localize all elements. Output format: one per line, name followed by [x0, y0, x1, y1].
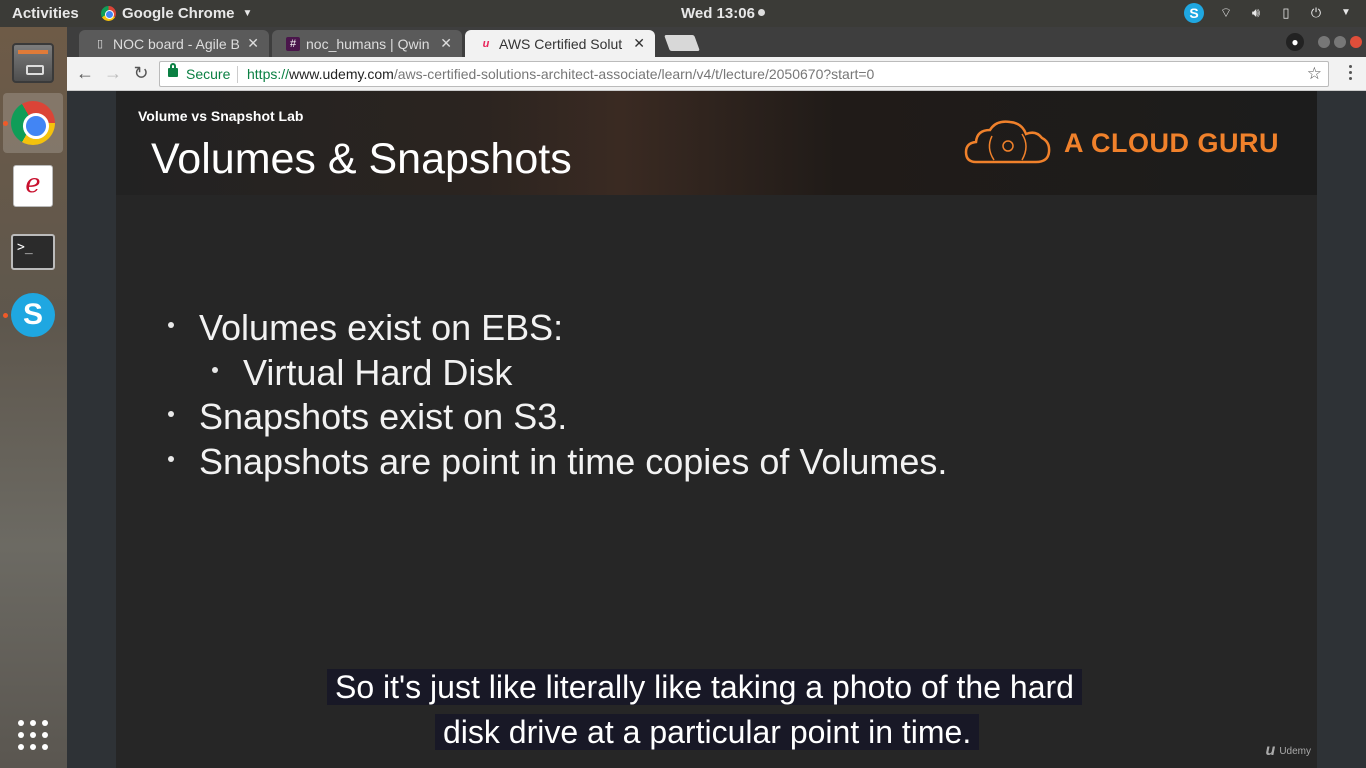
watermark-text: Udemy — [1279, 745, 1311, 757]
slack-icon: # — [286, 37, 300, 51]
launcher-writer[interactable]: e — [3, 156, 63, 216]
wifi-icon[interactable]: ⌔ — [1218, 5, 1234, 21]
close-icon[interactable]: ✕ — [247, 35, 259, 52]
chevron-down-icon: ▼ — [242, 8, 253, 19]
new-tab-button[interactable] — [664, 35, 700, 51]
address-bar[interactable]: Secure https://www.udemy.com/aws-certifi… — [159, 61, 1329, 87]
files-icon — [12, 43, 54, 83]
close-icon[interactable]: ✕ — [440, 35, 452, 52]
cloud-logo-icon — [964, 120, 1051, 164]
clock-label: Wed 13:06 — [681, 5, 755, 22]
back-button[interactable]: ← — [75, 63, 95, 83]
app-menu[interactable]: Google Chrome ▼ — [101, 5, 252, 22]
power-menu-icon[interactable]: ⏻ — [1308, 5, 1324, 21]
activities-button[interactable]: Activities — [12, 5, 79, 22]
secure-label: Secure — [186, 66, 231, 82]
page-icon: ▯ — [96, 38, 104, 50]
close-icon[interactable]: ✕ — [633, 35, 645, 52]
minimize-button[interactable] — [1318, 36, 1330, 48]
notification-dot-icon — [757, 9, 765, 16]
launcher-terminal[interactable]: >_ — [3, 222, 63, 282]
bullet-dot — [168, 456, 174, 462]
chrome-menu-button[interactable] — [1349, 65, 1352, 80]
bullet-text: Snapshots are point in time copies of Vo… — [199, 441, 948, 482]
slide-body: Volumes exist on EBS: Virtual Hard Disk … — [116, 195, 1317, 768]
udemy-logo-icon: u — [1265, 742, 1276, 759]
launcher-skype[interactable]: S — [3, 285, 63, 345]
launcher: e >_ S — [0, 27, 67, 768]
lab-label: Volume vs Snapshot Lab — [138, 108, 304, 124]
chrome-icon — [11, 101, 55, 145]
launcher-chrome[interactable] — [3, 93, 63, 153]
launcher-files[interactable] — [3, 33, 63, 93]
page-content: Volume vs Snapshot Lab Volumes & Snapsho… — [67, 91, 1366, 768]
caption-line-1: So it's just like literally like taking … — [327, 669, 1082, 705]
tab-aws-certified[interactable]: u AWS Certified Solut ✕ — [465, 30, 655, 57]
profile-icon[interactable]: ● — [1286, 33, 1304, 51]
bullet-dot — [168, 322, 174, 328]
running-indicator — [3, 121, 8, 126]
bullet-item: Snapshots are point in time copies of Vo… — [168, 441, 947, 483]
chevron-down-icon[interactable]: ▼ — [1338, 5, 1354, 21]
bullet-text: Virtual Hard Disk — [243, 352, 513, 393]
running-indicator — [3, 313, 8, 318]
udemy-icon: u — [482, 38, 490, 50]
skype-icon: S — [11, 293, 55, 337]
logo-text: A CLOUD GURU — [1064, 127, 1279, 158]
url-scheme: https:// — [247, 66, 290, 82]
reload-button[interactable]: ↻ — [131, 63, 151, 83]
battery-icon[interactable]: ▯ — [1278, 5, 1294, 21]
bookmark-star-icon[interactable]: ☆ — [1307, 64, 1322, 84]
url-host: www.udemy.com — [289, 66, 394, 82]
libreoffice-writer-icon: e — [13, 165, 53, 207]
forward-button[interactable]: → — [103, 63, 123, 83]
sub-bullet-item: Virtual Hard Disk — [212, 352, 512, 394]
close-window-button[interactable] — [1350, 36, 1362, 48]
top-panel: Activities Google Chrome ▼ Wed 13:06 S ⌔… — [0, 0, 1366, 27]
url-text: https://www.udemy.com/aws-certified-solu… — [247, 66, 874, 82]
tab-title: AWS Certified Solut — [499, 36, 623, 52]
clock[interactable]: Wed 13:06 — [681, 5, 765, 22]
lock-icon — [168, 63, 178, 77]
a-cloud-guru-logo: A CLOUD GURU — [964, 118, 1279, 168]
maximize-button[interactable] — [1334, 36, 1346, 48]
slide-header: Volume vs Snapshot Lab Volumes & Snapsho… — [116, 91, 1317, 195]
divider — [237, 66, 238, 83]
volume-icon[interactable]: 🔊︎ — [1248, 5, 1264, 21]
browser-toolbar: ← → ↻ Secure https://www.udemy.com/aws-c… — [67, 57, 1366, 91]
system-tray: S ⌔ 🔊︎ ▯ ⏻ ▼ — [1184, 3, 1354, 23]
window-controls: ● — [1286, 33, 1362, 51]
terminal-icon: >_ — [11, 234, 55, 270]
tab-title: NOC board - Agile B — [113, 36, 240, 52]
slide-title: Volumes & Snapshots — [151, 135, 572, 183]
show-applications-button[interactable] — [3, 705, 63, 765]
chrome-icon — [101, 6, 116, 21]
caption-line-2: disk drive at a particular point in time… — [435, 714, 980, 750]
bullet-text: Volumes exist on EBS: — [199, 307, 564, 348]
tab-noc-board[interactable]: ▯ NOC board - Agile B ✕ — [79, 30, 269, 57]
bullet-text: Snapshots exist on S3. — [199, 396, 568, 437]
udemy-watermark: u Udemy — [1266, 742, 1311, 760]
app-name: Google Chrome — [122, 5, 235, 22]
bullet-dot — [168, 411, 174, 417]
apps-grid-icon — [18, 720, 48, 750]
tab-noc-humans[interactable]: # noc_humans | Qwin ✕ — [272, 30, 462, 57]
tab-title: noc_humans | Qwin — [306, 36, 430, 52]
bullet-item: Snapshots exist on S3. — [168, 396, 567, 438]
bullet-dot — [212, 367, 218, 373]
tab-strip: ▯ NOC board - Agile B ✕ # noc_humans | Q… — [67, 27, 1366, 57]
skype-tray-icon[interactable]: S — [1184, 3, 1204, 23]
bullet-item: Volumes exist on EBS: — [168, 307, 563, 349]
url-path: /aws-certified-solutions-architect-assoc… — [393, 66, 875, 82]
video-player[interactable]: Volume vs Snapshot Lab Volumes & Snapsho… — [116, 91, 1317, 768]
